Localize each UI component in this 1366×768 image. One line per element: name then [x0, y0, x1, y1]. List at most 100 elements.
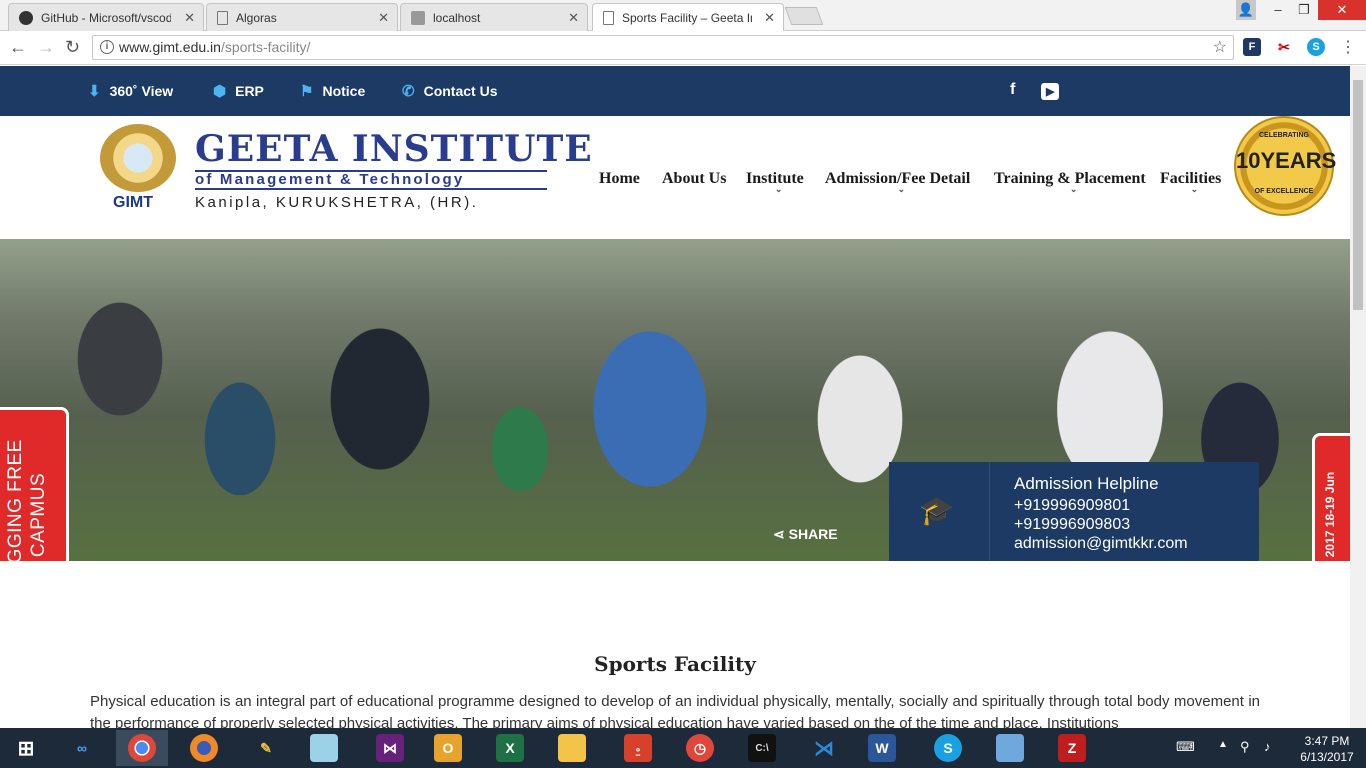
chevron-down-icon: ⌄ [897, 184, 906, 194]
nav-admission[interactable]: Admission/Fee Detail ⌄ [825, 170, 970, 194]
keyboard-icon[interactable]: ⌨ [1176, 739, 1195, 755]
taskbar-explorer[interactable] [546, 730, 598, 766]
windows-logo-icon: ⊞ [17, 737, 35, 760]
folder-icon [558, 734, 586, 762]
youtube-icon[interactable]: ▶ [1041, 83, 1060, 100]
start-button[interactable]: ⊞ [0, 730, 52, 766]
vertical-scrollbar[interactable] [1350, 66, 1366, 728]
graduation-cap-icon: 🎓 [919, 495, 954, 526]
windows-taskbar: ⊞ ∞ ✎ ⋈ O X ⍛ ◷ C:\ ⋊ W S Z ⌨ ▲ ⚲ ♪ 3:47… [0, 728, 1366, 768]
close-tab-icon[interactable]: ✕ [378, 10, 389, 26]
minimize-button[interactable]: – [1266, 0, 1290, 20]
helpline-phone-2[interactable]: +919996909803 [1014, 516, 1130, 534]
new-tab-button[interactable] [784, 7, 824, 25]
extension-clip-icon[interactable]: ✂ [1275, 38, 1293, 56]
share-button[interactable]: ⋖ SHARE [773, 526, 838, 543]
close-window-button[interactable]: ✕ [1318, 0, 1366, 20]
pdf-icon: ⍛ [624, 734, 652, 762]
restore-button[interactable]: ❐ [1292, 0, 1316, 20]
skype-extension-icon[interactable]: S [1307, 38, 1325, 56]
taskbar-control-panel[interactable] [984, 730, 1036, 766]
taskbar-tools[interactable]: ✎ [240, 730, 292, 766]
nav-training-placement[interactable]: Training & Placement ⌄ [994, 170, 1146, 194]
control-panel-icon [996, 734, 1024, 762]
info-icon[interactable]: i [100, 40, 114, 54]
page-title: Sports Facility [594, 652, 756, 676]
tab-github[interactable]: GitHub - Microsoft/vscode ✕ [8, 3, 204, 31]
topbar-erp[interactable]: ⬢ ERP [213, 82, 264, 100]
taskbar-visual-studio[interactable]: ⋈ [364, 730, 416, 766]
topbar-contact[interactable]: ✆ Contact Us [402, 82, 497, 100]
close-tab-icon[interactable]: ✕ [568, 10, 579, 26]
taskbar-word[interactable]: W [856, 730, 908, 766]
gimt-emblem-logo[interactable] [100, 124, 176, 192]
github-icon [19, 10, 33, 25]
phone-icon: ✆ [402, 83, 415, 100]
logo-subtitle: of Management & Technology [195, 170, 547, 190]
helpline-phone-1[interactable]: +919996909801 [1014, 497, 1130, 515]
nav-institute[interactable]: Institute ⌄ [746, 170, 804, 194]
admission-helpline-box: 🎓 Admission Helpline +919996909801 +9199… [889, 462, 1259, 561]
taskbar-excel[interactable]: X [484, 730, 536, 766]
scrollbar-thumb[interactable] [1353, 80, 1363, 310]
taskbar-skype[interactable]: S [922, 730, 974, 766]
taskbar-filezilla[interactable]: Z [1046, 730, 1098, 766]
tools-icon: ✎ [260, 739, 272, 756]
timer-icon: ◷ [686, 734, 714, 762]
taskbar-vscode[interactable]: ⋊ [798, 730, 850, 766]
hero-banner: RAGGING FREE CAPMUS MEGA JOB FAIR - 2017… [0, 239, 1350, 561]
logo-abbreviation: GIMT [113, 194, 153, 211]
excel-icon: X [496, 734, 524, 762]
notes-icon [310, 734, 338, 762]
page-content: Sports Facility Physical education is an… [0, 561, 1350, 728]
mega-job-fair-tab[interactable]: MEGA JOB FAIR - 2017 18-19 Jun [1312, 433, 1350, 561]
menu-icon[interactable]: ⋮ [1340, 37, 1356, 57]
word-icon: W [868, 734, 896, 762]
ragging-free-campus-tab[interactable]: RAGGING FREE CAPMUS [0, 407, 69, 561]
taskbar-firefox[interactable] [178, 730, 230, 766]
topbar-notice[interactable]: ⚑ Notice [300, 82, 365, 100]
taskbar-timer[interactable]: ◷ [674, 730, 726, 766]
taskbar-infinity-app[interactable]: ∞ [56, 730, 108, 766]
back-icon[interactable]: ← [9, 37, 27, 58]
tab-algoras[interactable]: Algoras ✕ [206, 3, 398, 31]
nav-home[interactable]: Home [599, 170, 640, 188]
nav-facilities[interactable]: Facilities ⌄ [1160, 170, 1221, 194]
close-tab-icon[interactable]: ✕ [764, 10, 775, 26]
chevron-down-icon: ⌄ [1190, 184, 1199, 194]
site-header: GIMT GEETA INSTITUTE of Management & Tec… [0, 116, 1350, 239]
helpline-email[interactable]: admission@gimtkkr.com [1014, 535, 1188, 553]
url-input[interactable]: i www.gimt.edu.in/sports-facility/ ☆ [92, 35, 1234, 60]
tab-sports-facility[interactable]: Sports Facility – Geeta Institute ✕ [592, 3, 784, 32]
taskbar-pdf[interactable]: ⍛ [612, 730, 664, 766]
vscode-icon: ⋊ [814, 737, 834, 760]
network-icon[interactable]: ⚲ [1240, 739, 1250, 755]
intro-paragraph: Physical education is an integral part o… [90, 693, 1260, 728]
taskbar-chrome[interactable] [116, 730, 168, 766]
taskbar-outlook[interactable]: O [422, 730, 474, 766]
address-bar-row: ← → ↻ i www.gimt.edu.in/sports-facility/… [0, 31, 1366, 65]
volume-icon[interactable]: ♪ [1264, 739, 1271, 754]
topbar-360-view[interactable]: ⬇ 360˚ View [88, 82, 173, 100]
browser-tab-strip: GitHub - Microsoft/vscode ✕ Algoras ✕ lo… [0, 0, 1366, 32]
bookmark-star-icon[interactable]: ☆ [1213, 36, 1227, 59]
tray-expand-icon[interactable]: ▲ [1218, 739, 1228, 750]
chevron-down-icon: ⌄ [774, 184, 783, 194]
close-tab-icon[interactable]: ✕ [184, 10, 195, 26]
taskbar-terminal[interactable]: C:\ [736, 730, 788, 766]
tab-localhost[interactable]: localhost ✕ [400, 3, 588, 31]
chevron-down-icon: ⌄ [1069, 184, 1078, 194]
nav-about-us[interactable]: About Us [662, 170, 726, 188]
facebook-icon[interactable]: f [1010, 81, 1015, 99]
cube-icon: ⬢ [213, 83, 227, 100]
forward-icon[interactable]: → [37, 37, 55, 58]
system-clock[interactable]: 3:47 PM 6/13/2017 [1292, 733, 1362, 765]
reload-icon[interactable]: ↻ [65, 37, 80, 58]
user-icon[interactable]: 👤 [1236, 0, 1256, 20]
extension-f-icon[interactable]: F [1243, 38, 1261, 56]
taskbar-notes[interactable] [298, 730, 350, 766]
logo-title[interactable]: GEETA INSTITUTE [195, 128, 593, 170]
visual-studio-icon: ⋈ [376, 734, 404, 762]
flag-icon: ⚑ [300, 83, 314, 100]
page-icon [411, 10, 425, 25]
